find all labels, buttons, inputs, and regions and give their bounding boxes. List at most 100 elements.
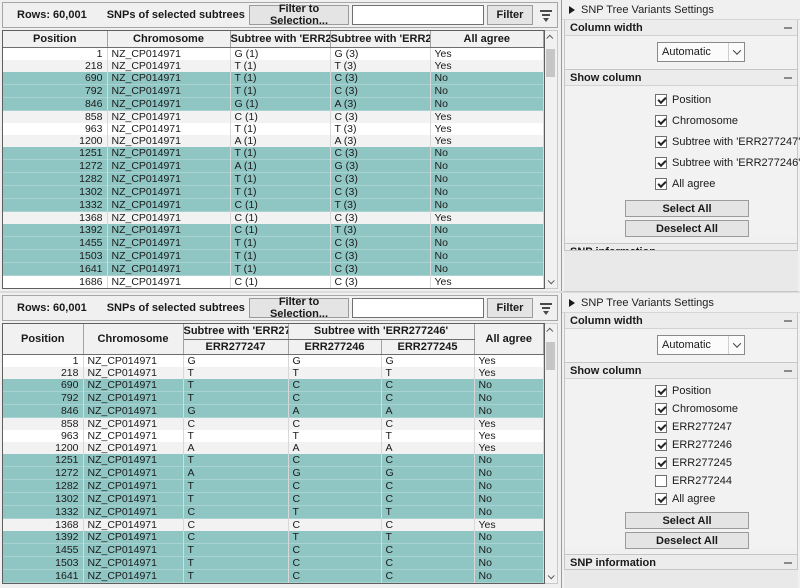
column-width-dropdown[interactable]: Automatic xyxy=(657,42,745,62)
table-row[interactable]: 1368NZ_CP014971CCCYes xyxy=(3,518,544,531)
table-row[interactable]: 1251NZ_CP014971T (1)C (3)No xyxy=(3,147,544,160)
table-row[interactable]: 858NZ_CP014971CCCYes xyxy=(3,417,544,430)
table-row[interactable]: 1332NZ_CP014971C (1)T (3)No xyxy=(3,198,544,211)
filter-input[interactable] xyxy=(352,5,484,25)
show-column-checkbox-row[interactable]: All agree xyxy=(655,174,797,195)
show-column-checkbox-row[interactable]: Position xyxy=(655,382,797,400)
checkbox-checked-icon[interactable] xyxy=(655,421,667,433)
group-header-subtree-246[interactable]: Subtree with 'ERR277246' xyxy=(288,324,474,339)
scroll-up-icon[interactable] xyxy=(545,31,556,44)
column-width-header[interactable]: Column width xyxy=(565,20,797,36)
show-column-checkbox-row[interactable]: ERR277247 xyxy=(655,418,797,436)
col-header-err277245[interactable]: ERR277245 xyxy=(381,339,474,354)
table-row[interactable]: 1302NZ_CP014971TCCNo xyxy=(3,492,544,505)
table-row[interactable]: 1392NZ_CP014971C (1)T (3)No xyxy=(3,224,544,237)
deselect-all-button[interactable]: Deselect All xyxy=(625,220,749,237)
table-row[interactable]: 1455NZ_CP014971T (1)C (3)No xyxy=(3,236,544,249)
filter-button[interactable]: Filter xyxy=(487,298,533,318)
table-row[interactable]: 846NZ_CP014971GAANo xyxy=(3,404,544,417)
advanced-filter-icon[interactable] xyxy=(539,301,553,315)
vertical-scrollbar[interactable] xyxy=(545,30,558,289)
show-column-checkbox-row[interactable]: ERR277245 xyxy=(655,454,797,472)
scrollbar-thumb[interactable] xyxy=(546,49,555,77)
col-header-err277246[interactable]: ERR277246 xyxy=(288,339,381,354)
collapse-section-icon[interactable] xyxy=(784,562,792,564)
show-column-checkbox-row[interactable]: Chromosome xyxy=(655,400,797,418)
col-header-position[interactable]: Position xyxy=(3,324,83,354)
settings-title-bar[interactable]: SNP Tree Variants Settings xyxy=(562,293,800,313)
table-row[interactable]: 858NZ_CP014971C (1)C (3)Yes xyxy=(3,110,544,123)
table-row[interactable]: 1455NZ_CP014971TCCNo xyxy=(3,543,544,556)
group-header-subtree-247[interactable]: Subtree with 'ERR277247' xyxy=(183,324,288,339)
filter-input[interactable] xyxy=(352,298,484,318)
show-column-checkbox-row[interactable]: Position xyxy=(655,90,797,111)
table-row[interactable]: 1368NZ_CP014971C (1)C (3)Yes xyxy=(3,211,544,224)
table-row[interactable]: 792NZ_CP014971TCCNo xyxy=(3,391,544,404)
col-header-chromosome[interactable]: Chromosome xyxy=(83,324,183,354)
collapse-section-icon[interactable] xyxy=(784,77,792,79)
table-row[interactable]: 846NZ_CP014971G (1)A (3)No xyxy=(3,97,544,110)
show-column-checkbox-row[interactable]: Subtree with 'ERR277247' xyxy=(655,132,797,153)
table-row[interactable]: 963NZ_CP014971T (1)T (3)Yes xyxy=(3,123,544,135)
table-row[interactable]: 1332NZ_CP014971CTTNo xyxy=(3,505,544,518)
filter-button[interactable]: Filter xyxy=(487,5,533,25)
collapse-section-icon[interactable] xyxy=(784,320,792,322)
checkbox-checked-icon[interactable] xyxy=(655,136,667,148)
checkbox-checked-icon[interactable] xyxy=(655,403,667,415)
show-column-checkbox-row[interactable]: Subtree with 'ERR277246' xyxy=(655,153,797,174)
checkbox-unchecked-icon[interactable] xyxy=(655,475,667,487)
checkbox-checked-icon[interactable] xyxy=(655,157,667,169)
table-row[interactable]: 1302NZ_CP014971T (1)C (3)No xyxy=(3,185,544,198)
filter-to-selection-button[interactable]: Filter to Selection... xyxy=(249,298,349,318)
col-header-position[interactable]: Position xyxy=(3,31,107,47)
show-column-checkbox-row[interactable]: Chromosome xyxy=(655,111,797,132)
checkbox-checked-icon[interactable] xyxy=(655,493,667,505)
col-header-all-agree[interactable]: All agree xyxy=(474,324,543,354)
table-row[interactable]: 792NZ_CP014971T (1)C (3)No xyxy=(3,84,544,97)
vertical-scrollbar[interactable] xyxy=(545,323,558,584)
show-column-header[interactable]: Show column xyxy=(565,363,797,379)
table-row[interactable]: 690NZ_CP014971TCCNo xyxy=(3,379,544,392)
scroll-down-icon[interactable] xyxy=(545,275,556,288)
table-row[interactable]: 1200NZ_CP014971A (1)A (3)Yes xyxy=(3,135,544,147)
table-row[interactable]: 218NZ_CP014971T (1)T (3)Yes xyxy=(3,60,544,72)
advanced-filter-icon[interactable] xyxy=(539,8,553,22)
table-row[interactable]: 1641NZ_CP014971T (1)C (3)No xyxy=(3,262,544,275)
col-header-subtree-246[interactable]: Subtree with 'ERR277246' xyxy=(330,31,430,47)
table-row[interactable]: 1686NZ_CP014971CCCYes xyxy=(3,582,544,584)
table-row[interactable]: 1503NZ_CP014971T (1)C (3)No xyxy=(3,249,544,262)
table-row[interactable]: 1282NZ_CP014971TCCNo xyxy=(3,479,544,492)
settings-title-bar[interactable]: SNP Tree Variants Settings xyxy=(562,0,800,20)
scroll-up-icon[interactable] xyxy=(545,324,556,337)
filter-to-selection-button[interactable]: Filter to Selection... xyxy=(249,5,349,25)
col-header-all-agree[interactable]: All agree xyxy=(430,31,544,47)
show-column-checkbox-row[interactable]: All agree xyxy=(655,490,797,508)
checkbox-checked-icon[interactable] xyxy=(655,385,667,397)
table-row[interactable]: 1NZ_CP014971G (1)G (3)Yes xyxy=(3,47,544,60)
table-row[interactable]: 1686NZ_CP014971C (1)C (3)Yes xyxy=(3,275,544,288)
show-column-checkbox-row[interactable]: ERR277246 xyxy=(655,436,797,454)
table-row[interactable]: 1707NZ_CP014971C (1)C (3)Yes xyxy=(3,288,544,290)
deselect-all-button[interactable]: Deselect All xyxy=(625,532,749,549)
table-row[interactable]: 1641NZ_CP014971TCCNo xyxy=(3,569,544,582)
checkbox-checked-icon[interactable] xyxy=(655,457,667,469)
expand-arrow-icon[interactable] xyxy=(569,6,575,14)
checkbox-checked-icon[interactable] xyxy=(655,178,667,190)
checkbox-checked-icon[interactable] xyxy=(655,94,667,106)
scroll-down-icon[interactable] xyxy=(545,570,556,583)
table-row[interactable]: 1272NZ_CP014971AGGNo xyxy=(3,466,544,479)
collapse-section-icon[interactable] xyxy=(784,27,792,29)
table-row[interactable]: 1503NZ_CP014971TCCNo xyxy=(3,556,544,569)
select-all-button[interactable]: Select All xyxy=(625,512,749,529)
table-row[interactable]: 1251NZ_CP014971TCCNo xyxy=(3,454,544,467)
checkbox-checked-icon[interactable] xyxy=(655,439,667,451)
show-column-header[interactable]: Show column xyxy=(565,70,797,86)
table-row[interactable]: 690NZ_CP014971T (1)C (3)No xyxy=(3,72,544,85)
table-row[interactable]: 963NZ_CP014971TTTYes xyxy=(3,430,544,442)
col-header-chromosome[interactable]: Chromosome xyxy=(107,31,230,47)
scrollbar-thumb[interactable] xyxy=(546,342,555,370)
table-row[interactable]: 1272NZ_CP014971A (1)G (3)No xyxy=(3,159,544,172)
column-width-header[interactable]: Column width xyxy=(565,313,797,329)
checkbox-checked-icon[interactable] xyxy=(655,115,667,127)
table-row[interactable]: 218NZ_CP014971TTTYes xyxy=(3,367,544,379)
